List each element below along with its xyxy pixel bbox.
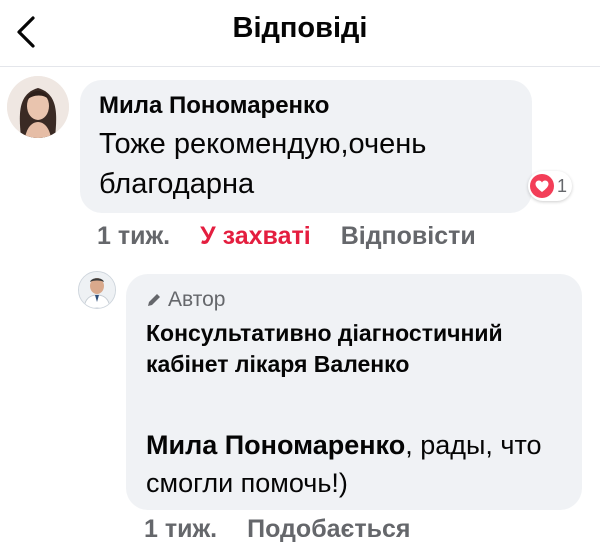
reply-button[interactable]: Відповісти [341,222,476,251]
mention-link[interactable]: Мила Пономаренко [146,430,405,460]
comment-author[interactable]: Мила Пономаренко [99,91,329,121]
comment-author[interactable]: Консультативно діагностичний кабінет лік… [146,318,566,380]
comment-actions: 1 тиж. У захваті Відповісти [97,222,506,251]
comment-time[interactable]: 1 тиж. [97,222,170,251]
reply-bubble: Автор Консультативно діагностичний кабін… [126,274,582,510]
pencil-icon [148,294,160,306]
avatar[interactable] [78,271,116,309]
comment-text: Тоже рекомендую,очень благодарна [99,128,427,200]
comment-actions: 1 тиж. Подобається [144,515,440,544]
comment-time[interactable]: 1 тиж. [144,515,217,544]
like-button[interactable]: У захваті [200,222,311,251]
page-title: Відповіді [232,12,368,44]
comment-bubble: Мила Пономаренко Тоже рекомендую,очень б… [80,80,532,213]
like-button[interactable]: Подобається [247,515,410,544]
avatar[interactable] [7,76,69,138]
author-badge-label: Автор [168,288,226,311]
top-bar: Відповіді [0,0,600,67]
reaction-badge[interactable]: 1 [528,171,573,201]
comment-text: Мила Пономаренко, рады, что смогли помоч… [146,426,566,502]
heart-icon [530,174,554,198]
reaction-count: 1 [557,175,568,196]
author-badge: Автор [146,288,225,312]
